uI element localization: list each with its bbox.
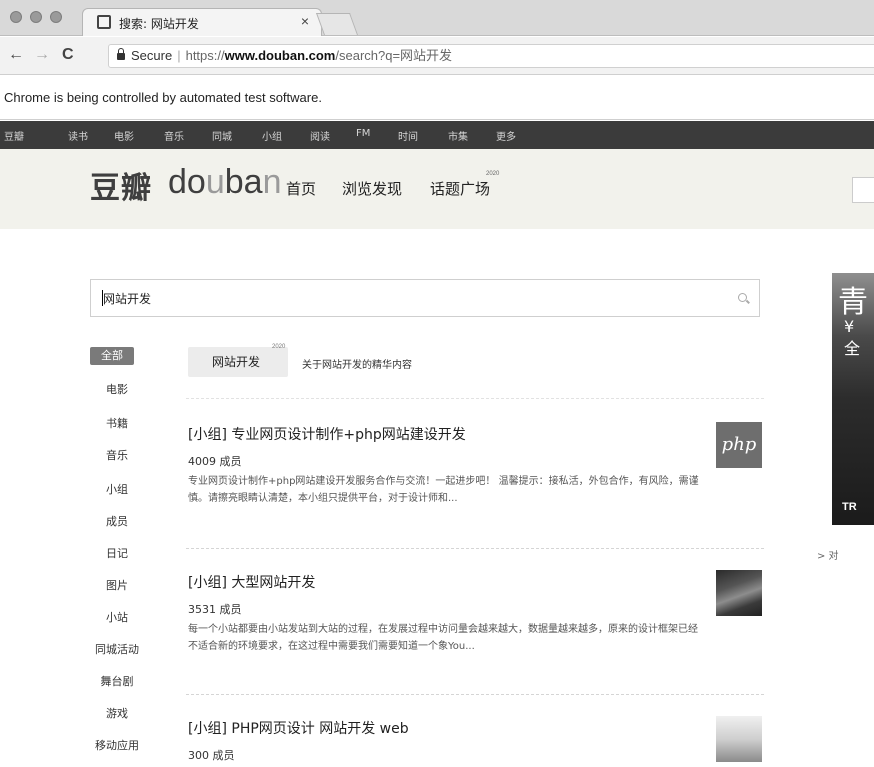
- result-title[interactable]: [小组] 大型网站开发: [188, 572, 768, 592]
- divider: [186, 694, 764, 695]
- secure-label: Secure: [131, 48, 173, 63]
- category-item[interactable]: 移动应用: [82, 737, 152, 753]
- logo-en-part: n: [262, 163, 282, 201]
- global-nav-item[interactable]: 电影: [114, 128, 134, 143]
- tab-title: 搜索: 网站开发: [119, 17, 199, 31]
- global-nav-item[interactable]: 阅读: [310, 128, 330, 143]
- category-item[interactable]: 成员: [82, 513, 152, 529]
- result-description: 专业网页设计制作+php网站建设开发服务合作与交流！一起进步吧！ 温馨提示：接私…: [188, 476, 699, 504]
- category-item[interactable]: 小组: [82, 481, 152, 497]
- result-members: 300 成员: [188, 749, 235, 762]
- reload-icon[interactable]: C: [62, 46, 74, 64]
- douban-favicon-icon: [97, 15, 111, 29]
- logo-en-part: u: [205, 163, 225, 201]
- browser-tab[interactable]: 搜索: 网站开发 ×: [82, 8, 322, 36]
- automation-infobar: Chrome is being controlled by automated …: [0, 76, 874, 120]
- ad-link[interactable]: > 对: [817, 547, 839, 562]
- global-nav: 豆瓣 读书 电影 音乐 同城 小组 阅读 FM 时间 市集 更多: [0, 121, 874, 149]
- header-search-box[interactable]: [852, 177, 874, 203]
- topic-badge: 2020: [272, 344, 286, 350]
- nav-explore[interactable]: 浏览发现: [342, 178, 402, 199]
- window-controls: [10, 11, 62, 23]
- category-item[interactable]: 电影: [82, 381, 152, 397]
- search-result: [小组] 大型网站开发 3531 成员 每一个小站都要由小站发站到大站的过程，在…: [188, 572, 768, 655]
- automation-notice: Chrome is being controlled by automated …: [4, 90, 322, 105]
- global-nav-item[interactable]: 市集: [448, 128, 468, 143]
- global-nav-item[interactable]: 读书: [68, 128, 88, 143]
- url-host: www.douban.com: [224, 48, 336, 63]
- global-nav-item[interactable]: 时间: [398, 128, 418, 143]
- result-members: 4009 成员: [188, 455, 242, 468]
- category-item[interactable]: 舞台剧: [82, 673, 152, 689]
- search-box[interactable]: 网站开发: [90, 279, 760, 317]
- ad-text: TR: [842, 501, 857, 513]
- browser-tab-bar: 搜索: 网站开发 ×: [0, 0, 874, 36]
- nav-topics[interactable]: 话题广场: [430, 178, 490, 199]
- result-thumbnail[interactable]: [716, 570, 762, 616]
- category-all[interactable]: 全部: [90, 347, 134, 365]
- result-thumbnail[interactable]: [716, 716, 762, 762]
- logo-en-part: do: [168, 163, 206, 201]
- ad-text: 全: [844, 339, 861, 358]
- category-item[interactable]: 同城活动: [82, 641, 152, 657]
- result-title[interactable]: [小组] PHP网页设计 网站开发 web: [188, 718, 768, 738]
- result-description: 每一个小站都要由小站发站到大站的过程，在发展过程中访问量会越来越大，数据量越来越…: [188, 624, 698, 652]
- nav-topics-badge: 2020: [486, 171, 500, 177]
- global-nav-item[interactable]: 音乐: [164, 128, 184, 143]
- ad-text: 青: [838, 285, 868, 320]
- address-toolbar: ← → C Secure | https://www.douban.com/sear…: [0, 37, 874, 75]
- search-result: [小组] PHP网页设计 网站开发 web 300 成员: [188, 718, 768, 763]
- nav-home[interactable]: 首页: [286, 178, 316, 199]
- forward-arrow-icon[interactable]: →: [34, 46, 50, 64]
- url-separator: |: [177, 48, 181, 63]
- category-item[interactable]: 图片: [82, 577, 152, 593]
- global-nav-item[interactable]: 同城: [212, 128, 232, 143]
- search-input[interactable]: 网站开发: [103, 290, 151, 307]
- logo-en-part: ba: [224, 163, 263, 201]
- logo-en[interactable]: douban: [168, 163, 282, 202]
- category-item[interactable]: 小站: [82, 609, 152, 625]
- result-members: 3531 成员: [188, 603, 242, 616]
- topic-button[interactable]: 网站开发: [188, 347, 288, 377]
- global-nav-item[interactable]: 更多: [496, 128, 516, 143]
- maximize-window-button[interactable]: [50, 11, 62, 23]
- result-thumbnail[interactable]: php: [716, 422, 762, 468]
- site-header: 豆瓣 douban 首页 浏览发现 话题广场 2020: [0, 149, 874, 229]
- back-arrow-icon[interactable]: ←: [8, 46, 24, 64]
- global-nav-item[interactable]: 小组: [262, 128, 282, 143]
- ad-text: ¥: [844, 317, 855, 336]
- divider: [186, 548, 764, 549]
- logo-cn[interactable]: 豆瓣: [90, 163, 152, 207]
- category-item[interactable]: 游戏: [82, 705, 152, 721]
- new-tab-button[interactable]: [315, 13, 359, 35]
- minimize-window-button[interactable]: [30, 11, 42, 23]
- result-title[interactable]: [小组] 专业网页设计制作+php网站建设开发: [188, 424, 768, 444]
- close-tab-icon[interactable]: ×: [301, 13, 309, 29]
- divider: [186, 398, 764, 399]
- url-path: /search?q=网站开发: [335, 48, 453, 63]
- url-scheme: https://: [185, 48, 225, 63]
- topic-description[interactable]: 关于网站开发的精华内容: [302, 356, 412, 371]
- close-window-button[interactable]: [10, 11, 22, 23]
- category-item[interactable]: 音乐: [82, 447, 152, 463]
- ad-banner[interactable]: 青 ¥ 全 TR: [832, 273, 874, 525]
- global-nav-item[interactable]: FM: [356, 128, 370, 139]
- category-item[interactable]: 日记: [82, 545, 152, 561]
- url-bar[interactable]: Secure | https://www.douban.com/search?q=网…: [108, 44, 874, 68]
- lock-icon: [117, 48, 125, 60]
- category-item[interactable]: 书籍: [82, 415, 152, 431]
- search-result: [小组] 专业网页设计制作+php网站建设开发 4009 成员 专业网页设计制作…: [188, 424, 768, 507]
- global-nav-item[interactable]: 豆瓣: [4, 128, 24, 143]
- search-icon[interactable]: [738, 293, 747, 302]
